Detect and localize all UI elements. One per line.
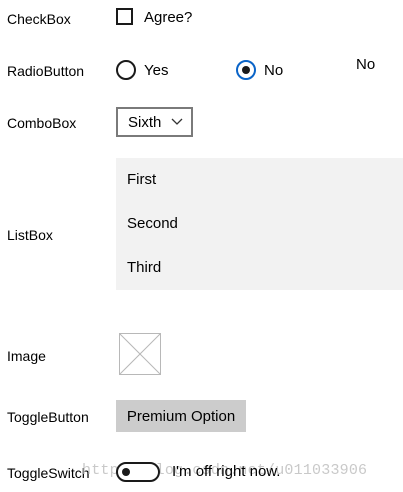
premium-option-toggle-button[interactable]: Premium Option bbox=[116, 400, 246, 432]
broken-image-icon bbox=[119, 333, 161, 375]
radio-yes-label[interactable]: Yes bbox=[144, 62, 168, 80]
togglebutton-row-label: ToggleButton bbox=[7, 409, 89, 425]
combobox[interactable]: Sixth bbox=[116, 107, 193, 137]
toggle-switch[interactable] bbox=[116, 462, 160, 482]
toggleswitch-row-label: ToggleSwitch bbox=[7, 465, 90, 481]
radio-selected-display: No bbox=[356, 56, 376, 73]
combobox-row-label: ComboBox bbox=[7, 115, 77, 131]
radiobutton-row-label: RadioButton bbox=[7, 63, 85, 79]
radio-no[interactable] bbox=[236, 60, 256, 80]
image-placeholder bbox=[119, 333, 161, 375]
toggle-switch-knob bbox=[122, 468, 130, 476]
image-row-label: Image bbox=[7, 348, 46, 364]
combobox-value: Sixth bbox=[128, 114, 162, 131]
agree-checkbox[interactable] bbox=[116, 8, 133, 25]
radio-yes[interactable] bbox=[116, 60, 136, 80]
list-item[interactable]: First bbox=[127, 171, 156, 189]
radio-no-label[interactable]: No bbox=[264, 62, 283, 80]
list-item[interactable]: Second bbox=[127, 215, 178, 233]
listbox-row-label: ListBox bbox=[7, 227, 53, 243]
checkbox-row-label: CheckBox bbox=[7, 11, 71, 27]
chevron-down-icon bbox=[171, 118, 183, 125]
list-item[interactable]: Third bbox=[127, 259, 161, 277]
listbox[interactable]: First Second Third bbox=[116, 158, 403, 290]
agree-checkbox-label[interactable]: Agree? bbox=[144, 9, 192, 27]
toggle-switch-status: I'm off right now. bbox=[172, 463, 281, 480]
